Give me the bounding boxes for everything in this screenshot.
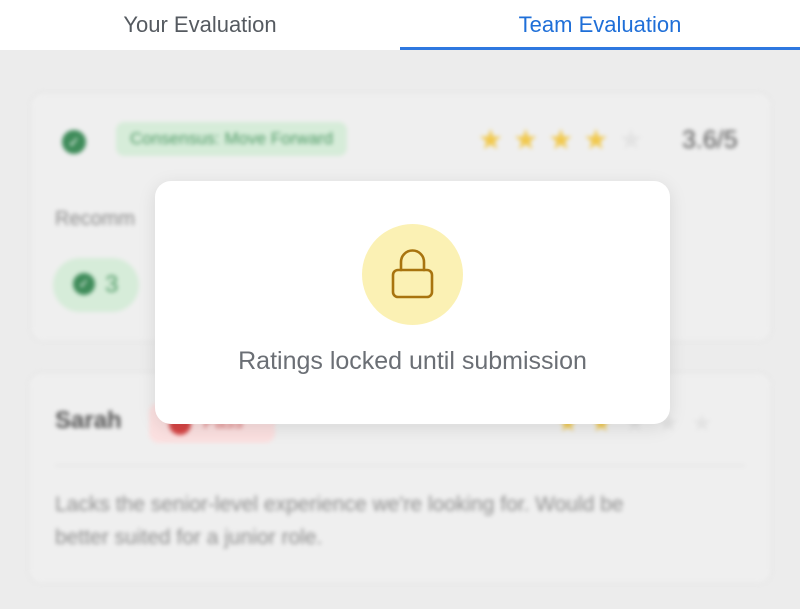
evaluation-panel: Your Evaluation Team Evaluation ✓ Consen…: [0, 0, 800, 609]
star-empty-icon: ★: [691, 410, 713, 437]
tab-your-evaluation[interactable]: Your Evaluation: [0, 0, 400, 50]
consensus-badge: Consensus: Move Forward: [116, 122, 348, 156]
review-comment-line: Lacks the senior-level experience we're …: [55, 493, 624, 516]
star-filled-icon: ★: [513, 124, 539, 155]
tab-team-evaluation[interactable]: Team Evaluation: [400, 0, 800, 50]
review-comment: Lacks the senior-level experience we're …: [55, 488, 624, 554]
locked-message: Ratings locked until submission: [238, 347, 587, 375]
recommend-count: 3: [105, 271, 119, 298]
star-filled-icon: ★: [548, 124, 574, 155]
check-circle-icon: ✓: [73, 273, 95, 295]
star-filled-icon: ★: [583, 124, 609, 155]
lock-icon-circle: [362, 224, 463, 325]
star-empty-icon: ★: [618, 124, 644, 155]
recommend-count-badge: ✓ 3: [53, 258, 139, 312]
review-comment-line: better suited for a junior role.: [55, 526, 323, 549]
reviewer-name: Sarah: [55, 407, 122, 434]
divider: [55, 465, 745, 466]
average-score: 3.6/5: [682, 126, 738, 154]
star-filled-icon: ★: [478, 124, 504, 155]
recommendation-label: Recomm: [55, 208, 136, 230]
check-circle-icon: ✓: [62, 130, 86, 154]
evaluation-tabs: Your Evaluation Team Evaluation: [0, 0, 800, 50]
lock-icon: [391, 249, 434, 299]
consensus-rating-stars: ★ ★ ★ ★ ★: [478, 126, 644, 154]
locked-ratings-dialog: Ratings locked until submission: [155, 181, 670, 424]
